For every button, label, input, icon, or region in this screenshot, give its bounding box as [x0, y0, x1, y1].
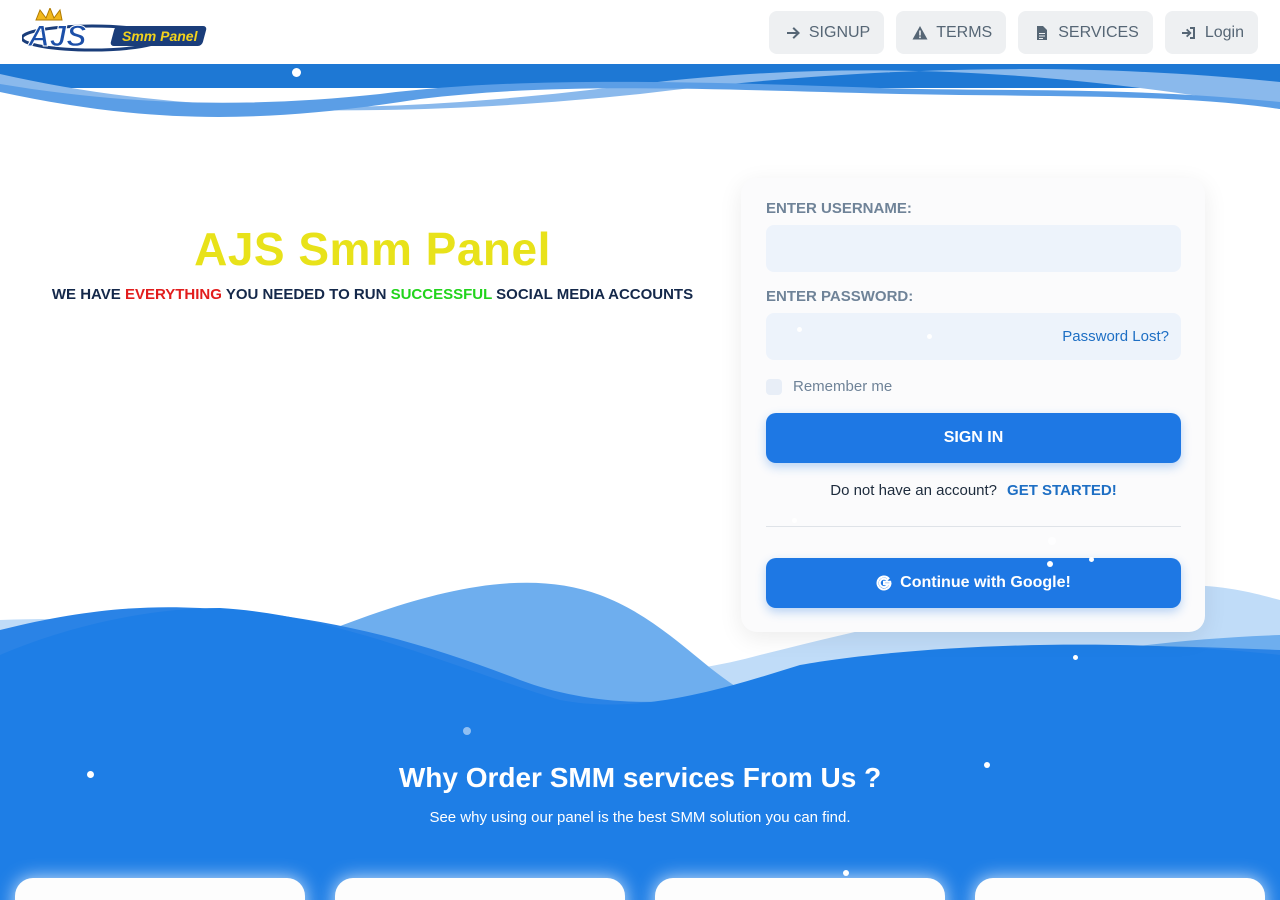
- particle-dot: [87, 771, 94, 778]
- svg-text:AJS: AJS: [27, 20, 86, 53]
- get-started-link[interactable]: GET STARTED!: [1007, 482, 1117, 499]
- nav-signup-button[interactable]: SIGNUP: [768, 11, 885, 54]
- nav-terms-button[interactable]: TERMS: [896, 11, 1007, 54]
- particle-dot: [843, 870, 849, 876]
- nav-terms-label: TERMS: [936, 23, 993, 41]
- feature-card: [655, 878, 945, 900]
- brand-logo[interactable]: AJS Smm Panel: [22, 8, 214, 54]
- hero-sub-part: YOU NEEDED TO RUN: [225, 286, 387, 303]
- file-icon: [1037, 25, 1048, 40]
- why-section-title: Why Order SMM services From Us ?: [398, 762, 882, 793]
- password-lost-link[interactable]: Password Lost?: [1062, 328, 1169, 345]
- google-icon: [876, 575, 892, 591]
- feature-card: [335, 878, 625, 900]
- remember-me-label: Remember me: [793, 378, 893, 395]
- particle-dot: [1048, 537, 1056, 545]
- username-label: ENTER USERNAME:: [766, 200, 912, 217]
- hero-subtitle: WE HAVE EVERYTHING YOU NEEDED TO RUN SUC…: [0, 286, 745, 303]
- top-wave-decoration: [0, 64, 1280, 117]
- particle-dot: [984, 762, 990, 768]
- nav-services-button[interactable]: SERVICES: [1018, 11, 1153, 54]
- sign-in-label: SIGN IN: [943, 429, 1004, 446]
- remember-me-checkbox[interactable]: [766, 378, 782, 395]
- top-header: AJS Smm Panel SIGNUP TERMS SERVICES Logi…: [0, 0, 1280, 64]
- particle-dot: [792, 518, 797, 523]
- particle-dot: [463, 727, 471, 735]
- hero-sub-part: SOCIAL MEDIA ACCOUNTS: [496, 286, 694, 303]
- particle-dot: [1073, 655, 1078, 660]
- password-input[interactable]: [766, 313, 1056, 360]
- warning-icon: [912, 25, 928, 39]
- main-nav: SIGNUP TERMS SERVICES Login: [768, 11, 1258, 54]
- signup-prompt: Do not have an account? GET STARTED!: [766, 482, 1181, 499]
- google-signin-button[interactable]: Continue with Google!: [766, 558, 1181, 608]
- password-field-wrapper: Password Lost?: [766, 313, 1181, 360]
- hero-sub-part: WE HAVE: [51, 286, 121, 303]
- password-label: ENTER PASSWORD:: [766, 288, 914, 305]
- particle-dot: [1047, 561, 1053, 567]
- hero-sub-highlight-red: EVERYTHING: [124, 286, 222, 303]
- sign-in-button[interactable]: SIGN IN: [766, 413, 1181, 463]
- particle-dot: [927, 334, 932, 339]
- arrow-right-icon: [786, 26, 800, 39]
- svg-text:Smm Panel: Smm Panel: [122, 28, 199, 44]
- username-input[interactable]: [766, 225, 1181, 272]
- particle-dot: [1089, 557, 1094, 562]
- nav-services-label: SERVICES: [1058, 23, 1139, 41]
- nav-login-button[interactable]: Login: [1164, 11, 1258, 54]
- login-card: ENTER USERNAME: ENTER PASSWORD: Password…: [741, 178, 1205, 632]
- particle-dot: [292, 68, 301, 77]
- feature-card: [15, 878, 305, 900]
- nav-login-label: Login: [1204, 23, 1244, 41]
- hero-sub-highlight-green: SUCCESSFUL: [390, 286, 492, 303]
- remember-me-row: Remember me: [766, 378, 892, 395]
- feature-card: [975, 878, 1265, 900]
- why-section-subtitle: See why using our panel is the best SMM …: [429, 809, 851, 826]
- login-icon: [1181, 26, 1195, 39]
- google-signin-label: Continue with Google!: [900, 574, 1071, 591]
- divider: [766, 526, 1181, 527]
- no-account-text: Do not have an account?: [830, 482, 998, 499]
- particle-dot: [797, 327, 802, 332]
- nav-signup-label: SIGNUP: [808, 23, 871, 41]
- hero-title: AJS Smm Panel: [194, 223, 551, 275]
